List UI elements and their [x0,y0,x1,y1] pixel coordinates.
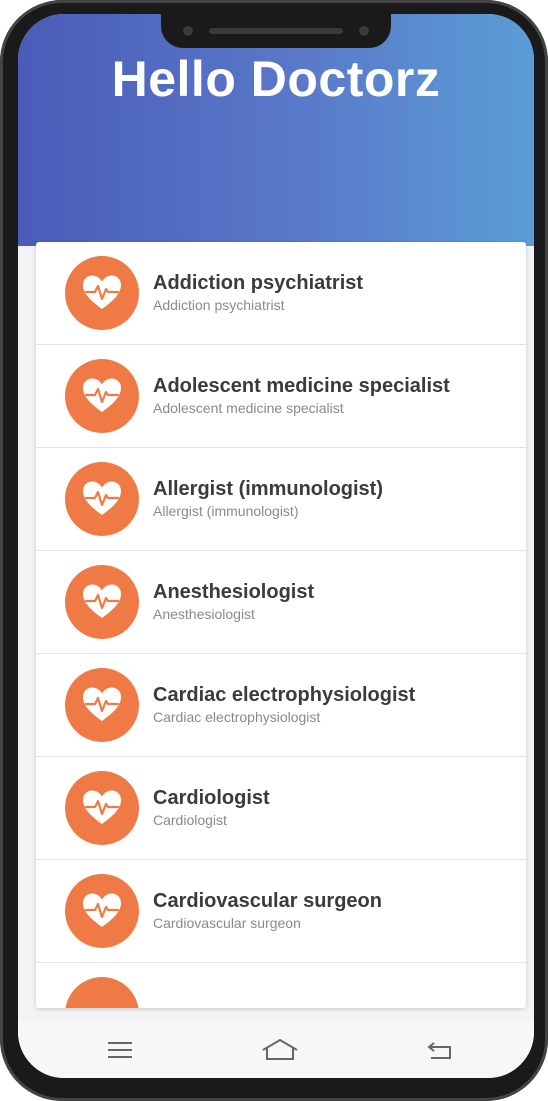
list-item[interactable]: Cardiovascular surgeon Cardiovascular su… [36,860,526,963]
system-nav-bar [18,1022,534,1078]
phone-frame: Hello Doctorz Addiction psychiatrist Add… [0,0,548,1101]
item-title: Adolescent medicine specialist [153,375,450,397]
heart-pulse-icon [65,256,139,330]
heart-pulse-icon [65,874,139,948]
heart-pulse-icon [65,565,139,639]
speaker-grille [209,28,343,34]
back-nav-button[interactable] [400,1022,480,1078]
phone-notch [161,14,391,48]
item-subtitle: Allergist (immunologist) [153,503,299,519]
heart-pulse-icon [65,977,139,1008]
list-item[interactable]: Anesthesiologist Anesthesiologist [36,551,526,654]
menu-icon [108,1042,132,1058]
list-item[interactable]: Cardiac electrophysiologist Cardiac elec… [36,654,526,757]
item-subtitle: Cardiologist [153,812,227,828]
heart-pulse-icon [65,359,139,433]
item-subtitle: Adolescent medicine specialist [153,400,344,416]
back-icon [427,1042,451,1059]
app-title: Hello Doctorz [111,51,441,107]
heart-pulse-icon [65,668,139,742]
list-item-partial[interactable] [36,963,526,1008]
item-title: Allergist (immunologist) [153,478,383,500]
home-icon [262,1038,298,1060]
heart-pulse-icon [65,462,139,536]
home-nav-button[interactable] [240,1022,320,1078]
phone-screen: Hello Doctorz Addiction psychiatrist Add… [18,14,534,1078]
item-subtitle: Cardiac electrophysiologist [153,709,321,725]
item-subtitle: Anesthesiologist [153,606,255,622]
item-subtitle: Addiction psychiatrist [153,297,285,313]
item-title: Addiction psychiatrist [153,272,364,294]
list-item[interactable]: Allergist (immunologist) Allergist (immu… [36,448,526,551]
specialty-list[interactable]: Addiction psychiatrist Addiction psychia… [36,242,526,1008]
item-title: Cardiologist [153,787,270,809]
item-subtitle: Cardiovascular surgeon [153,915,301,931]
item-title: Cardiac electrophysiologist [153,684,416,706]
list-item[interactable]: Cardiologist Cardiologist [36,757,526,860]
item-title: Anesthesiologist [153,581,315,603]
list-item[interactable]: Addiction psychiatrist Addiction psychia… [36,242,526,345]
menu-nav-button[interactable] [80,1022,160,1078]
item-title: Cardiovascular surgeon [153,890,382,912]
heart-pulse-icon [65,771,139,845]
list-item[interactable]: Adolescent medicine specialist Adolescen… [36,345,526,448]
camera-dot [183,26,193,36]
sensor-dot [359,26,369,36]
app-header: Hello Doctorz [18,14,534,246]
